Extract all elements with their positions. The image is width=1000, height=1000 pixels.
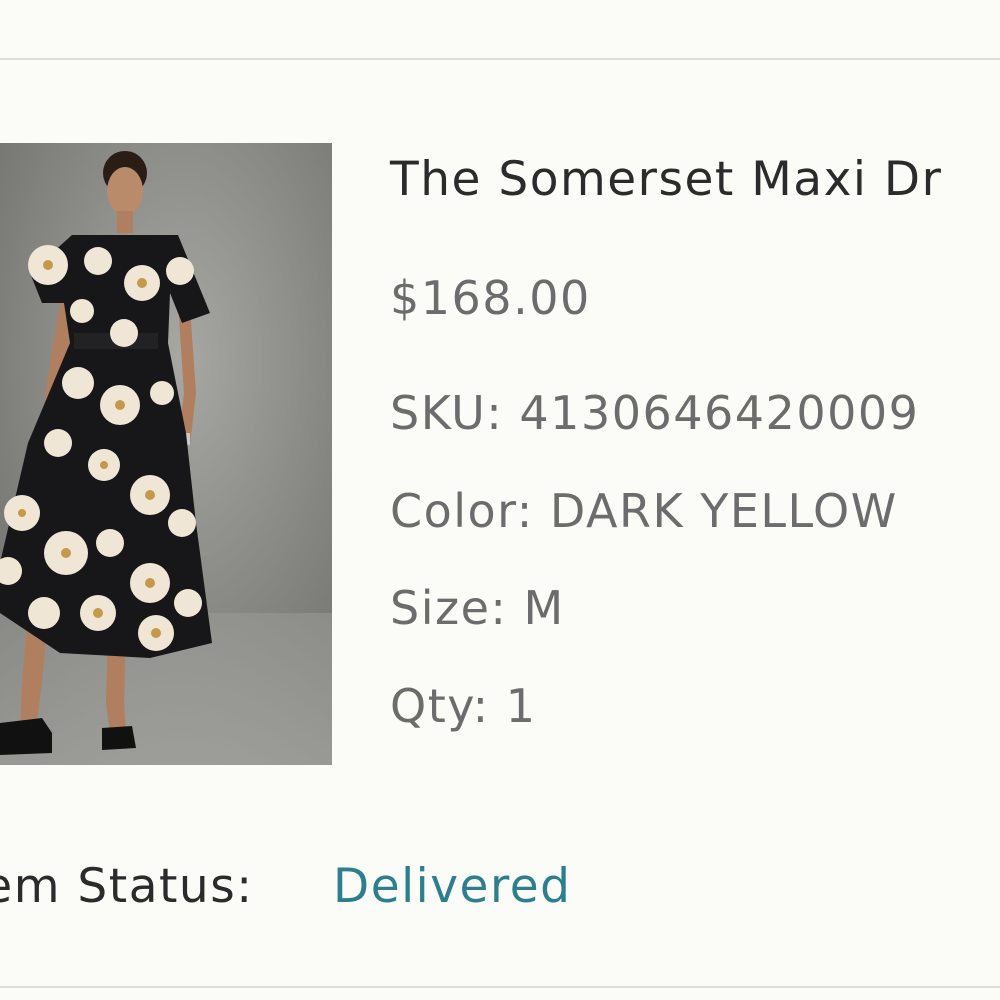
product-image[interactable] [0,143,332,765]
product-title[interactable]: The Somerset Maxi Dr [390,150,942,210]
top-divider [0,58,1000,60]
product-price: $168.00 [390,271,591,325]
item-status-value: Delivered [333,859,572,914]
order-item-card: The Somerset Maxi Dr $168.00 SKU: 413064… [0,0,1000,1000]
item-status-label: Item Status: [0,859,254,914]
bottom-divider [0,986,1000,988]
product-color: Color: DARK YELLOW [390,484,898,538]
product-quantity: Qty: 1 [390,679,537,733]
product-sku: SKU: 4130646420009 [390,386,920,440]
product-size: Size: M [390,581,565,635]
